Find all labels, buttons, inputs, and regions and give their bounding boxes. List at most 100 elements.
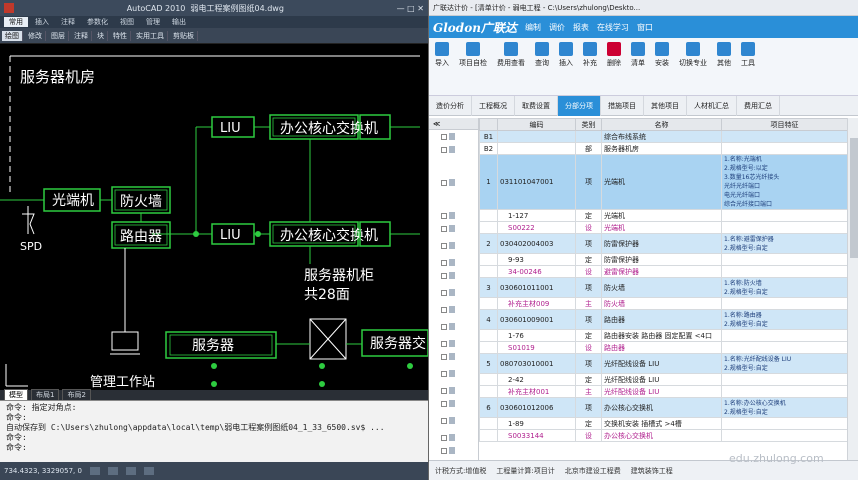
panel-block[interactable]: 块 [94, 30, 108, 41]
ortho-toggle-icon[interactable] [125, 467, 136, 475]
cell-name[interactable]: 路由器 [601, 341, 722, 354]
cell-name[interactable]: 路由器 [601, 309, 722, 330]
supplement-button[interactable]: 补充 [583, 42, 597, 68]
tree-node[interactable] [429, 303, 478, 316]
table-row[interactable]: 1-76 定 路由器安装 路由器 固定配置 <4口 [479, 329, 848, 342]
cell-no[interactable]: 2 [479, 233, 498, 254]
tree-node[interactable] [429, 397, 478, 410]
table-row[interactable]: 6 030601012006 项 办公核心交换机 1.名称:办公核心交换机 2.规格型号… [479, 397, 848, 418]
grid-toggle-icon[interactable] [107, 467, 118, 475]
cell-code[interactable]: 1-76 [497, 329, 576, 342]
cell-type[interactable]: 定 [575, 373, 602, 386]
self-check-button[interactable]: 项目自检 [459, 42, 487, 68]
tab-project-overview[interactable]: 工程概况 [472, 95, 515, 116]
table-row[interactable]: S01019 设 路由器 [479, 341, 848, 354]
expand-icon[interactable] [441, 179, 447, 186]
cell-code[interactable]: 030402004003 [497, 233, 576, 254]
table-row[interactable]: B1 综合布线系统 [479, 130, 848, 143]
cell-no[interactable] [479, 221, 498, 234]
cell-feature[interactable] [721, 297, 848, 310]
cell-name[interactable]: 防雷保护器 [601, 253, 722, 266]
scroll-thumb[interactable] [850, 138, 858, 258]
cell-feature[interactable]: 1.名称:光端机 2.规格型号:以定 3.数量16芯光纤接头 光纤光纤端口 电光… [721, 154, 848, 210]
cell-name[interactable]: 防火墙 [601, 297, 722, 310]
table-row[interactable]: S00222 设 光端机 [479, 221, 848, 234]
cell-type[interactable]: 定 [575, 209, 602, 222]
cell-name[interactable]: 交换机安装 插槽式 >4槽 [601, 417, 722, 430]
cell-feature[interactable] [721, 221, 848, 234]
col-type[interactable]: 类别 [575, 118, 602, 131]
cell-feature[interactable] [721, 265, 848, 278]
menu-adjust-price[interactable]: 调价 [549, 22, 565, 33]
cell-no[interactable] [479, 297, 498, 310]
cell-type[interactable]: 项 [575, 154, 602, 210]
panel-clipboard[interactable]: 剪贴板 [170, 30, 198, 41]
snap-toggle-icon[interactable] [89, 467, 100, 475]
cell-type[interactable]: 定 [575, 329, 602, 342]
cell-code[interactable]: 1-127 [497, 209, 576, 222]
cell-feature[interactable]: 1.名称:防火墙 2.规格型号:自定 [721, 277, 848, 298]
cell-code[interactable]: 补充主材009 [497, 297, 576, 310]
cell-feature[interactable] [721, 130, 848, 143]
cell-code[interactable]: 080703010001 [497, 353, 576, 374]
cell-feature[interactable]: 1.名称:避雷保护器 2.规格型号:自定 [721, 233, 848, 254]
menu-window[interactable]: 窗口 [637, 22, 653, 33]
panel-draw[interactable]: 绘图 [2, 30, 23, 41]
tree-node[interactable] [429, 350, 478, 363]
tab-cost-analysis[interactable]: 造价分析 [429, 95, 472, 116]
expand-icon[interactable] [441, 340, 447, 347]
cell-type[interactable]: 项 [575, 353, 602, 374]
cell-name[interactable]: 光纤配线设备 LIU [601, 373, 722, 386]
cell-type[interactable]: 项 [575, 397, 602, 418]
cell-feature[interactable] [721, 341, 848, 354]
fee-view-button[interactable]: 费用查看 [497, 42, 525, 68]
cell-code[interactable] [497, 142, 576, 155]
menu-compile[interactable]: 编制 [525, 22, 541, 33]
cell-code[interactable]: 9-93 [497, 253, 576, 266]
panel-utilities[interactable]: 实用工具 [133, 30, 168, 41]
expand-icon[interactable] [441, 289, 447, 296]
tree-node[interactable] [429, 222, 478, 235]
cell-name[interactable]: 路由器安装 路由器 固定配置 <4口 [601, 329, 722, 342]
expand-icon[interactable] [441, 370, 447, 377]
table-row[interactable]: 1-89 定 交换机安装 插槽式 >4槽 [479, 417, 848, 430]
cell-name[interactable]: 光纤配线设备 LIU [601, 353, 722, 374]
cell-name[interactable]: 光纤配线设备 LIU [601, 385, 722, 398]
cell-no[interactable] [479, 341, 498, 354]
tab-fee-summary[interactable]: 费用汇总 [737, 95, 780, 116]
tab-labor-material[interactable]: 人材机汇总 [687, 95, 737, 116]
table-row[interactable]: B2 部 服务器机房 [479, 142, 848, 155]
query-button[interactable]: 查询 [535, 42, 549, 68]
menu-report[interactable]: 报表 [573, 22, 589, 33]
cell-no[interactable] [479, 329, 498, 342]
cell-feature[interactable] [721, 429, 848, 442]
cell-code[interactable]: 030601009001 [497, 309, 576, 330]
cell-name[interactable]: 防雷保护器 [601, 233, 722, 254]
cell-no[interactable]: 4 [479, 309, 498, 330]
insert-button[interactable]: 插入 [559, 42, 573, 68]
cell-no[interactable] [479, 253, 498, 266]
tree-node[interactable] [429, 410, 478, 431]
cell-type[interactable]: 部 [575, 142, 602, 155]
cell-type[interactable]: 设 [575, 341, 602, 354]
cell-feature[interactable] [721, 385, 848, 398]
cell-name[interactable]: 光端机 [601, 154, 722, 210]
cell-code[interactable]: 34-00246 [497, 265, 576, 278]
cell-no[interactable] [479, 429, 498, 442]
cell-no[interactable] [479, 373, 498, 386]
cad-drawing-canvas[interactable]: 服务器机房 LIU 办公核心交换机 LIU 办公核心交换机 光端机 防火墙 路由… [0, 44, 428, 390]
table-row[interactable]: 4 030601009001 项 路由器 1.名称:路由器 2.规格型号:自定 [479, 309, 848, 330]
expand-icon[interactable] [441, 242, 447, 249]
cell-code[interactable]: S00222 [497, 221, 576, 234]
cell-type[interactable]: 项 [575, 277, 602, 298]
menu-online-learning[interactable]: 在线学习 [597, 22, 629, 33]
expand-icon[interactable] [441, 323, 447, 330]
cell-type[interactable]: 项 [575, 233, 602, 254]
tree-node[interactable] [429, 363, 478, 384]
cell-no[interactable]: 6 [479, 397, 498, 418]
window-controls-icon[interactable]: — □ ✕ [397, 4, 424, 13]
table-row[interactable]: 2 030402004003 项 防雷保护器 1.名称:避雷保护器 2.规格型号:自定 [479, 233, 848, 254]
delete-button[interactable]: 删除 [607, 42, 621, 68]
cell-type[interactable]: 设 [575, 429, 602, 442]
expand-icon[interactable] [441, 400, 447, 407]
